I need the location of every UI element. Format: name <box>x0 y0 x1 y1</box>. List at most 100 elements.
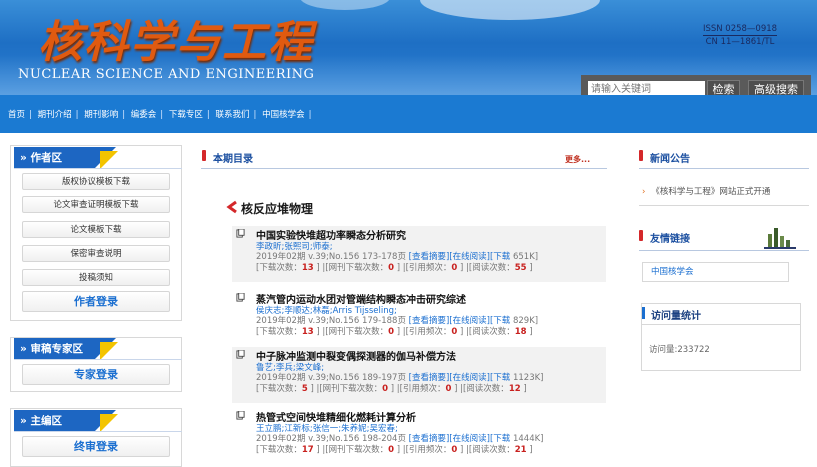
nav-cns[interactable]: 中国核学会 <box>262 110 305 120</box>
download-count-label: [下载次数： <box>256 384 302 394</box>
issn-info: ISSN 0258—0918 CN 11—1861/TL <box>665 23 815 48</box>
submission-guidelines[interactable]: 投稿须知 <box>22 269 170 286</box>
read-count-label: ] |[阅读次数： <box>457 327 515 337</box>
nav-journal-intro[interactable]: 期刊介绍 <box>38 110 72 120</box>
nav-separator: | <box>160 110 164 120</box>
bullet-icon: › <box>642 187 646 197</box>
expert-login-button[interactable]: 专家登录 <box>22 364 170 385</box>
author-panel-title-text: 作者区 <box>30 152 62 164</box>
nav-editorial-board[interactable]: 编委会 <box>131 110 157 120</box>
cn-number: CN 11—1861/TL <box>705 37 775 47</box>
nav-separator: | <box>308 110 312 120</box>
news-title-underline <box>639 168 809 169</box>
nav-separator: | <box>122 110 126 120</box>
visit-count: 访问量:233722 <box>649 345 710 355</box>
links-title-underline <box>639 250 809 251</box>
article-stats: [下载次数：13 ] |[网刊下载次数：0 ] |[引用频次：0 ] |[阅读次… <box>256 261 533 273</box>
panel-title-underline <box>14 431 182 432</box>
nav-separator: | <box>206 110 210 120</box>
article-item: 热管式空间快堆精细化燃耗计算分析 王立鹏;江新标;张信一;朱养妮;吴宏春; 20… <box>232 408 606 464</box>
article-item: 蒸汽管内运动水团对管端结构瞬态冲击研究综述 侯庆志;李顺达;林磊;Arris T… <box>232 290 606 343</box>
news-title: 新闻公告 <box>650 154 690 165</box>
links-title: 友情链接 <box>650 234 690 245</box>
site-logo[interactable]: 核科学与工程 <box>38 6 314 70</box>
stats-end: ] <box>526 445 533 455</box>
panel-title-underline <box>14 168 182 169</box>
copyright-template-download[interactable]: 版权协议模板下载 <box>22 173 170 190</box>
news-divider <box>639 205 809 206</box>
citation-label: ] |[引用频次： <box>394 327 452 337</box>
download-count: 17 <box>301 445 314 455</box>
online-download-label: ] |[网刊下载次数： <box>313 445 389 455</box>
document-icon <box>236 293 245 302</box>
panel-title-decoration <box>100 414 118 432</box>
center-title-underline <box>201 168 607 169</box>
panel-title-decoration <box>100 342 118 360</box>
stats-end: ] <box>520 384 527 394</box>
panel-title-underline <box>14 359 182 360</box>
expert-panel-title-text: 审稿专家区 <box>30 343 83 355</box>
article-stats: [下载次数：13 ] |[网刊下载次数：0 ] |[引用频次：0 ] |[阅读次… <box>256 325 533 337</box>
nav-separator: | <box>29 110 32 120</box>
author-login-button[interactable]: 作者登录 <box>22 291 170 312</box>
nav-separator: | <box>75 110 79 120</box>
nav-contact[interactable]: 联系我们 <box>215 110 249 120</box>
issn-number: ISSN 0258—0918 <box>702 24 778 36</box>
article-stats: [下载次数：5 ] |[网刊下载次数：0 ] |[引用频次：0 ] |[阅读次数… <box>256 382 527 394</box>
confidentiality-review-info[interactable]: 保密审查说明 <box>22 245 170 262</box>
nav-home[interactable]: 首页 <box>8 110 25 120</box>
document-icon <box>236 350 245 359</box>
final-review-login-button[interactable]: 终审登录 <box>22 436 170 457</box>
site-logo-english: NUCLEAR SCIENCE AND ENGINEERING <box>18 67 315 82</box>
review-proof-template-download[interactable]: 论文审查证明模板下载 <box>22 196 170 213</box>
read-count-label: ] |[阅读次数： <box>451 384 509 394</box>
read-count-label: ] |[阅读次数： <box>457 445 515 455</box>
read-count: 12 <box>508 384 521 394</box>
download-count: 13 <box>301 263 314 273</box>
editor-panel-title: » 主编区 <box>14 410 94 432</box>
online-download-label: ] |[网刊下载次数： <box>307 384 383 394</box>
building-chart-icon <box>764 228 796 249</box>
current-issue-title: 本期目录 <box>213 154 253 165</box>
expert-panel-header: » 审稿专家区 <box>14 338 182 360</box>
author-panel-header: » 作者区 <box>14 147 182 169</box>
main-nav: 首页 | 期刊介绍 | 期刊影响 | 编委会 | 下载专区 | 联系我们 | 中国核学会 | <box>0 95 817 133</box>
article-stats: [下载次数：17 ] |[网刊下载次数：0 ] |[引用频次：0 ] |[阅读次… <box>256 443 533 455</box>
read-count: 21 <box>514 445 527 455</box>
stats-divider <box>641 324 801 325</box>
paper-template-download[interactable]: 论文模板下载 <box>22 221 170 238</box>
author-panel-title: » 作者区 <box>14 147 94 169</box>
download-count-label: [下载次数： <box>256 445 302 455</box>
more-link[interactable]: 更多... <box>565 154 590 165</box>
news-item-text[interactable]: 《核科学与工程》网站正式开通 <box>651 187 770 197</box>
stats-title: 访问量统计 <box>651 311 701 322</box>
nav-downloads[interactable]: 下载专区 <box>169 110 203 120</box>
read-count: 18 <box>514 327 527 337</box>
download-count-label: [下载次数： <box>256 263 302 273</box>
news-marker-icon <box>639 150 643 161</box>
online-download-label: ] |[网刊下载次数： <box>313 263 389 273</box>
stats-end: ] <box>526 327 533 337</box>
stats-marker-icon <box>642 307 645 319</box>
citation-label: ] |[引用频次： <box>394 445 452 455</box>
article-item: 中子脉冲监测中裂变偶探测器的伽马补偿方法 鲁艺;李兵;梁文峰; 2019年02期… <box>232 347 606 403</box>
document-icon <box>236 411 245 420</box>
article-item: 中国实验快堆超功率瞬态分析研究 李政昕;张熙司;师泰; 2019年02期 v.3… <box>232 226 606 282</box>
editor-panel-header: » 主编区 <box>14 410 182 432</box>
section-marker-icon <box>202 150 206 161</box>
news-item[interactable]: › 《核科学与工程》网站正式开通 <box>642 185 812 197</box>
friend-link-cns[interactable]: 中国核学会 <box>642 262 789 282</box>
online-download-label: ] |[网刊下载次数： <box>313 327 389 337</box>
nav-separator: | <box>253 110 257 120</box>
read-count: 55 <box>514 263 527 273</box>
stats-end: ] <box>526 263 533 273</box>
citation-label: ] |[引用频次： <box>388 384 446 394</box>
editor-panel-title-text: 主编区 <box>30 415 62 427</box>
header-cloud <box>420 0 600 20</box>
section-heading: 核反应堆物理 <box>241 202 314 216</box>
expert-panel-title: » 审稿专家区 <box>14 338 94 360</box>
links-marker-icon <box>639 230 643 241</box>
nav-journal-impact[interactable]: 期刊影响 <box>84 110 118 120</box>
document-icon <box>236 229 245 238</box>
section-arrow-icon <box>226 200 237 214</box>
